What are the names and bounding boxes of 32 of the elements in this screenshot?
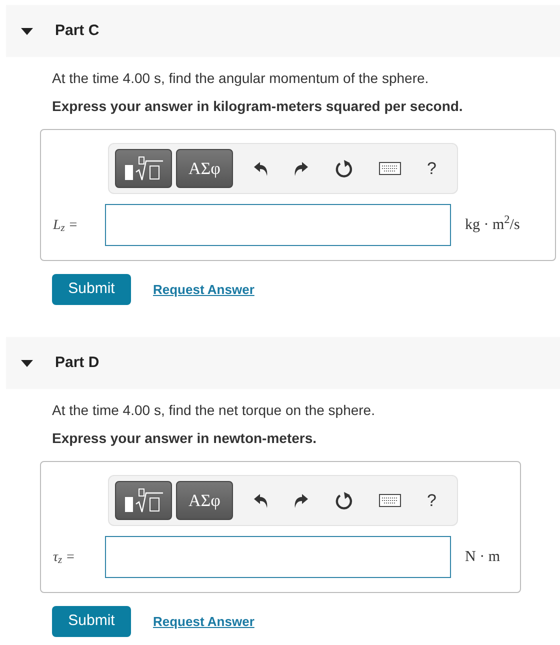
submit-button[interactable]: Submit [52, 606, 131, 637]
variable-label: L$_{z}$ = [52, 216, 79, 236]
templates-button[interactable] [115, 481, 172, 520]
part-header[interactable]: Part D [6, 337, 560, 389]
help-button[interactable]: ? [427, 488, 436, 514]
answer-input[interactable] [105, 204, 451, 246]
keyboard-icon[interactable] [379, 162, 401, 175]
part-header[interactable]: Part C [6, 5, 560, 57]
submit-button[interactable]: Submit [52, 274, 131, 305]
part-title: Part D [55, 352, 100, 373]
reset-icon[interactable] [335, 158, 353, 178]
instruction-text: Express your answer in kilogram-meters squared per second. [52, 97, 464, 115]
symbols-button[interactable]: ΑΣφ [176, 149, 233, 188]
part-title: Part C [55, 20, 100, 41]
keyboard-icon[interactable] [379, 494, 401, 507]
collapse-caret-icon[interactable] [21, 28, 33, 34]
fraction-root-icon [122, 154, 164, 182]
units-label: N · m [465, 548, 500, 567]
templates-button[interactable] [115, 149, 172, 188]
reset-icon[interactable] [335, 490, 353, 510]
help-button[interactable]: ? [427, 156, 436, 182]
fraction-root-icon [122, 486, 164, 514]
question-text: At the time 4.00 s, find the angular momentum of the sphere. [52, 69, 430, 87]
answer-input[interactable] [105, 536, 451, 578]
collapse-caret-icon[interactable] [21, 360, 33, 366]
units-label: kg · m$^{2}$/s [465, 214, 520, 235]
request-answer-link[interactable]: Request Answer [153, 612, 254, 632]
question-text: At the time 4.00 s, find the net torque on the sphere. [52, 401, 376, 419]
request-answer-link[interactable]: Request Answer [153, 280, 254, 300]
variable-label: τ$_{z}$ = [52, 548, 76, 568]
instruction-text: Express your answer in newton-meters. [52, 429, 318, 447]
symbols-button[interactable]: ΑΣφ [176, 481, 233, 520]
